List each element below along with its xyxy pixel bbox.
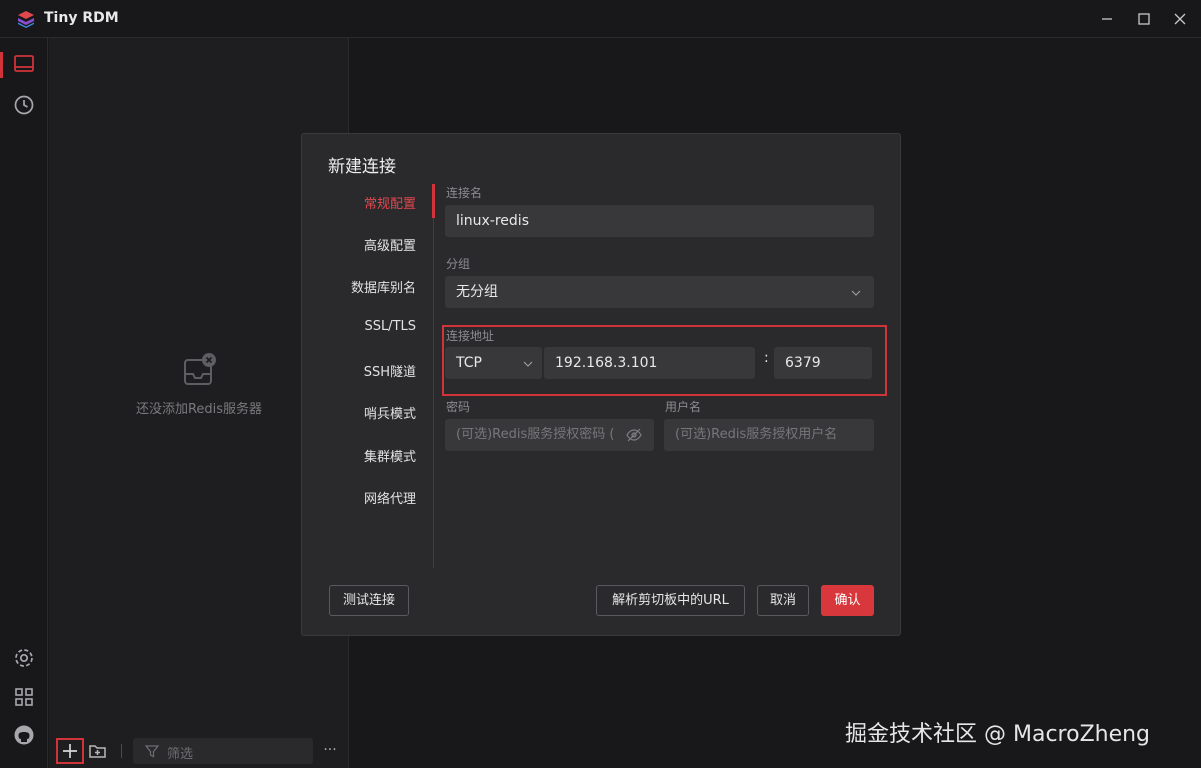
more-options-button[interactable]: ···	[319, 738, 341, 764]
empty-server-icon	[184, 353, 216, 385]
host-port-separator: :	[764, 350, 769, 366]
password-input[interactable]: (可选)Redis服务授权密码 (	[445, 419, 654, 451]
cancel-button[interactable]: 取消	[757, 585, 809, 616]
username-input[interactable]: (可选)Redis服务授权用户名	[664, 419, 874, 451]
filter-icon	[145, 745, 159, 758]
close-button[interactable]	[1169, 8, 1191, 30]
github-icon[interactable]	[12, 723, 36, 747]
activity-rail	[0, 38, 48, 768]
group-select[interactable]: 无分组	[445, 276, 874, 308]
filter-placeholder: 筛选	[167, 747, 194, 762]
username-label: 用户名	[665, 400, 702, 414]
parse-clipboard-url-button[interactable]: 解析剪切板中的URL	[596, 585, 745, 616]
maximize-icon	[1138, 13, 1150, 25]
chevron-down-icon	[523, 361, 533, 367]
maximize-button[interactable]	[1133, 8, 1155, 30]
title-bar: Tiny RDM	[0, 0, 1201, 38]
nav-cluster[interactable]: 集群模式	[364, 446, 416, 465]
app-window: Tiny RDM 还没添加Redis服务器 筛选 ··· 新建连接 常规配置 高…	[0, 0, 1201, 768]
nav-sentinel[interactable]: 哨兵模式	[364, 403, 416, 422]
settings-icon[interactable]	[12, 646, 36, 670]
history-icon[interactable]	[12, 93, 36, 117]
address-label: 连接地址	[446, 329, 495, 343]
plus-icon	[63, 744, 77, 758]
add-group-button[interactable]	[85, 738, 113, 764]
sidebar-toolbar: 筛选 ···	[49, 734, 349, 768]
connection-name-input[interactable]: linux-redis	[445, 205, 874, 237]
server-icon[interactable]	[12, 52, 36, 76]
test-connection-button[interactable]: 测试连接	[329, 585, 409, 616]
host-input[interactable]: 192.168.3.101	[544, 347, 755, 379]
minimize-button[interactable]	[1096, 8, 1118, 30]
new-connection-dialog: 新建连接 常规配置 高级配置 数据库别名 SSL/TLS SSH隧道 哨兵模式 …	[301, 133, 901, 636]
dialog-title: 新建连接	[328, 157, 396, 177]
settings-nav: 常规配置 高级配置 数据库别名 SSL/TLS SSH隧道 哨兵模式 集群模式 …	[302, 184, 435, 568]
add-connection-button[interactable]	[56, 738, 84, 764]
name-label: 连接名	[446, 186, 483, 200]
toolbar-divider	[121, 744, 122, 758]
nav-general[interactable]: 常规配置	[364, 193, 416, 212]
nav-db-alias[interactable]: 数据库别名	[351, 277, 416, 296]
close-icon	[1174, 13, 1186, 25]
apps-icon[interactable]	[12, 685, 36, 709]
password-label: 密码	[446, 400, 471, 414]
confirm-button[interactable]: 确认	[821, 585, 874, 616]
minimize-icon	[1102, 18, 1112, 20]
chevron-down-icon	[851, 290, 861, 296]
app-logo-icon	[18, 11, 34, 28]
filter-input[interactable]: 筛选	[133, 738, 313, 764]
eye-off-icon[interactable]	[626, 428, 642, 442]
folder-add-icon	[89, 745, 106, 758]
nav-ssh[interactable]: SSH隧道	[364, 361, 416, 380]
nav-advanced[interactable]: 高级配置	[364, 235, 416, 254]
group-label: 分组	[446, 257, 471, 271]
nav-ssl[interactable]: SSL/TLS	[364, 319, 416, 334]
app-title: Tiny RDM	[44, 10, 119, 26]
watermark-text: 掘金技术社区 @ MacroZheng	[845, 722, 1151, 747]
nav-proxy[interactable]: 网络代理	[364, 488, 416, 507]
nav-active-indicator	[432, 184, 435, 218]
password-placeholder: (可选)Redis服务授权密码 (	[456, 427, 615, 442]
protocol-select[interactable]: TCP	[445, 347, 542, 379]
group-value: 无分组	[456, 284, 498, 300]
username-placeholder: (可选)Redis服务授权用户名	[675, 427, 838, 442]
rail-active-indicator	[0, 52, 3, 78]
port-input[interactable]: 6379	[774, 347, 872, 379]
protocol-value: TCP	[456, 355, 482, 371]
